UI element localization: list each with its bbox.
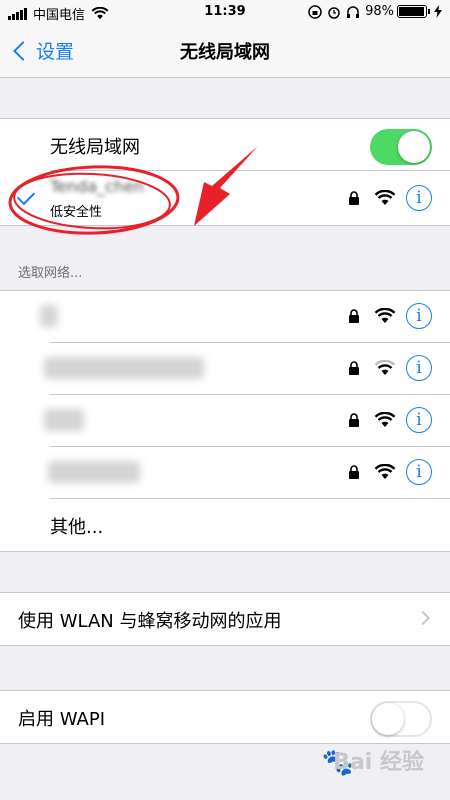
wifi-strength-icon (374, 360, 396, 375)
wlan-apps-label: 使用 WLAN 与蜂窝移动网的应用 (18, 611, 282, 632)
status-right: 98% (308, 4, 442, 19)
info-glyph: i (416, 358, 422, 378)
network-row[interactable]: i (0, 395, 450, 447)
status-bar: 中国电信 11:39 98% (0, 0, 450, 24)
lock-icon (349, 361, 359, 375)
other-network-label: 其他... (50, 517, 104, 538)
headphones-icon (347, 5, 360, 18)
info-icon[interactable]: i (406, 459, 432, 485)
network-row[interactable]: i (0, 291, 450, 343)
network-row[interactable]: i (0, 343, 450, 395)
blurred-network-name (48, 461, 140, 483)
blurred-network-name (44, 409, 84, 431)
charging-icon (434, 5, 442, 18)
watermark: Bai 经验 (333, 750, 424, 775)
networks-group: i i i i 其他... (0, 290, 450, 552)
wifi-toggle-row: 无线局域网 (0, 119, 450, 171)
toggle-knob (398, 131, 430, 163)
alarm-icon (328, 6, 340, 19)
lock-icon (349, 465, 359, 479)
wapi-label: 启用 WAPI (18, 709, 106, 730)
lock-icon (349, 191, 359, 205)
connected-network-name: Tenda_chen (50, 177, 144, 196)
info-glyph: i (416, 462, 422, 482)
page-title: 无线局域网 (180, 42, 270, 63)
toggle-knob (372, 703, 404, 735)
choose-network-header: 选取网络... (18, 266, 83, 281)
battery-percent: 98% (365, 4, 394, 19)
battery-icon (397, 5, 430, 18)
wapi-row: 启用 WAPI (0, 691, 450, 743)
info-glyph: i (416, 188, 422, 208)
other-network-row[interactable]: 其他... (0, 499, 450, 551)
lock-icon (349, 413, 359, 427)
wapi-toggle[interactable] (370, 701, 432, 737)
network-icons: i (348, 407, 432, 433)
info-icon[interactable]: i (406, 185, 432, 211)
network-icons: i (348, 303, 432, 329)
wifi-toggle[interactable] (370, 129, 432, 165)
info-glyph: i (416, 410, 422, 430)
blurred-network-name (44, 357, 204, 379)
info-glyph: i (416, 306, 422, 326)
info-icon[interactable]: i (406, 407, 432, 433)
rotation-lock-icon (308, 4, 322, 19)
nav-bar: 设置 无线局域网 (0, 24, 450, 78)
network-row[interactable]: i (0, 447, 450, 499)
wifi-toggle-label: 无线局域网 (50, 137, 140, 158)
wifi-strength-icon (374, 412, 396, 427)
wapi-group: 启用 WAPI (0, 690, 450, 744)
wifi-strength-icon (374, 308, 396, 323)
chevron-right-icon (415, 610, 431, 626)
network-icons: i (348, 459, 432, 485)
network-icons: i (348, 355, 432, 381)
wlan-apps-group: 使用 WLAN 与蜂窝移动网的应用 (0, 592, 450, 646)
info-icon[interactable]: i (406, 355, 432, 381)
wifi-group: 无线局域网 Tenda_chen 低安全性 i (0, 118, 450, 226)
blurred-network-name (40, 305, 58, 327)
security-note: 低安全性 (50, 205, 103, 220)
network-icons: i (348, 185, 432, 211)
wifi-strength-icon (374, 464, 396, 479)
checkmark-icon (16, 186, 36, 206)
connected-network-row[interactable]: Tenda_chen 低安全性 i (0, 171, 450, 225)
wlan-apps-row[interactable]: 使用 WLAN 与蜂窝移动网的应用 (0, 593, 450, 645)
lock-icon (349, 309, 359, 323)
info-icon[interactable]: i (406, 303, 432, 329)
wifi-strength-icon (374, 190, 396, 205)
battery-fill (399, 7, 425, 16)
